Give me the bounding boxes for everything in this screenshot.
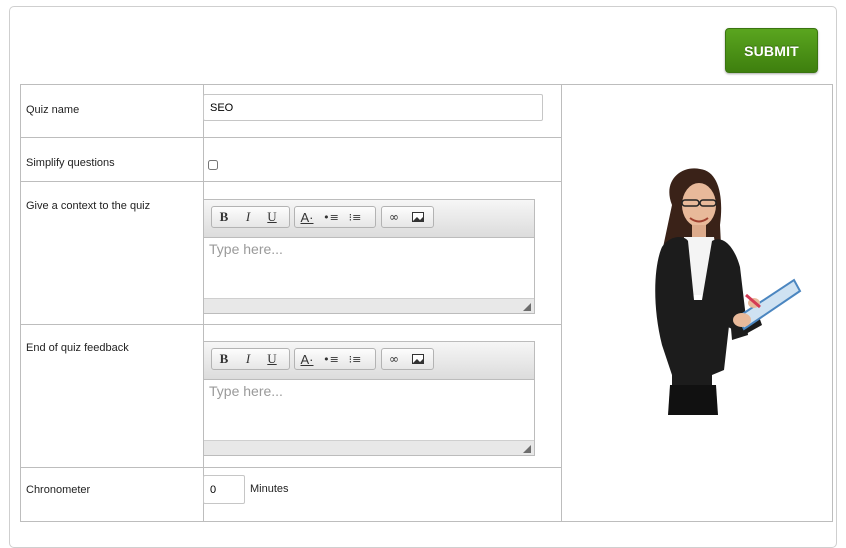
numbered-list-icon[interactable]: ⁝≡: [343, 349, 367, 369]
context-editor-toolbar: B I U A· •≡ ⁝≡ ∞: [204, 200, 534, 238]
italic-icon[interactable]: I: [236, 349, 260, 369]
businesswoman-illustration: [655, 168, 802, 415]
chronometer-label: Chronometer: [26, 484, 91, 496]
feedback-editor-toolbar: B I U A· •≡ ⁝≡ ∞: [204, 342, 534, 380]
underline-icon[interactable]: U: [260, 349, 284, 369]
simplify-field-cell: [203, 137, 562, 182]
context-label: Give a context to the quiz: [26, 200, 151, 212]
simplify-questions-checkbox[interactable]: [208, 160, 218, 170]
feedback-label: End of quiz feedback: [26, 342, 129, 354]
resize-grip-icon[interactable]: [523, 445, 531, 453]
quiz-name-input[interactable]: [203, 94, 543, 121]
illustration-cell: [561, 84, 833, 522]
italic-icon[interactable]: I: [236, 207, 260, 227]
text-color-icon[interactable]: A·: [295, 207, 319, 227]
insert-group: ∞: [381, 348, 434, 370]
context-editor-statusbar: [204, 298, 534, 313]
simplify-questions-label: Simplify questions: [26, 157, 115, 169]
link-icon[interactable]: ∞: [382, 207, 406, 227]
quiz-name-label: Quiz name: [26, 104, 80, 116]
format-group: B I U: [211, 348, 290, 370]
image-icon[interactable]: [406, 207, 430, 227]
resize-grip-icon[interactable]: [523, 303, 531, 311]
list-group: A· •≡ ⁝≡: [294, 206, 376, 228]
text-color-icon[interactable]: A·: [295, 349, 319, 369]
feedback-editor-statusbar: [204, 440, 534, 455]
feedback-editor-text-area[interactable]: Type here...: [204, 379, 534, 442]
context-editor-text-area[interactable]: Type here...: [204, 237, 534, 300]
bullet-list-icon[interactable]: •≡: [319, 349, 343, 369]
chronometer-minutes-input[interactable]: [203, 475, 245, 504]
format-group: B I U: [211, 206, 290, 228]
context-editor[interactable]: B I U A· •≡ ⁝≡ ∞ Type here...: [203, 199, 535, 314]
link-icon[interactable]: ∞: [382, 349, 406, 369]
bold-icon[interactable]: B: [212, 207, 236, 227]
bullet-list-icon[interactable]: •≡: [319, 207, 343, 227]
insert-group: ∞: [381, 206, 434, 228]
submit-button[interactable]: SUBMIT: [725, 28, 818, 73]
minutes-unit-label: Minutes: [250, 483, 289, 495]
list-group: A· •≡ ⁝≡: [294, 348, 376, 370]
numbered-list-icon[interactable]: ⁝≡: [343, 207, 367, 227]
image-icon[interactable]: [406, 349, 430, 369]
bold-icon[interactable]: B: [212, 349, 236, 369]
feedback-editor[interactable]: B I U A· •≡ ⁝≡ ∞ Type here...: [203, 341, 535, 456]
underline-icon[interactable]: U: [260, 207, 284, 227]
